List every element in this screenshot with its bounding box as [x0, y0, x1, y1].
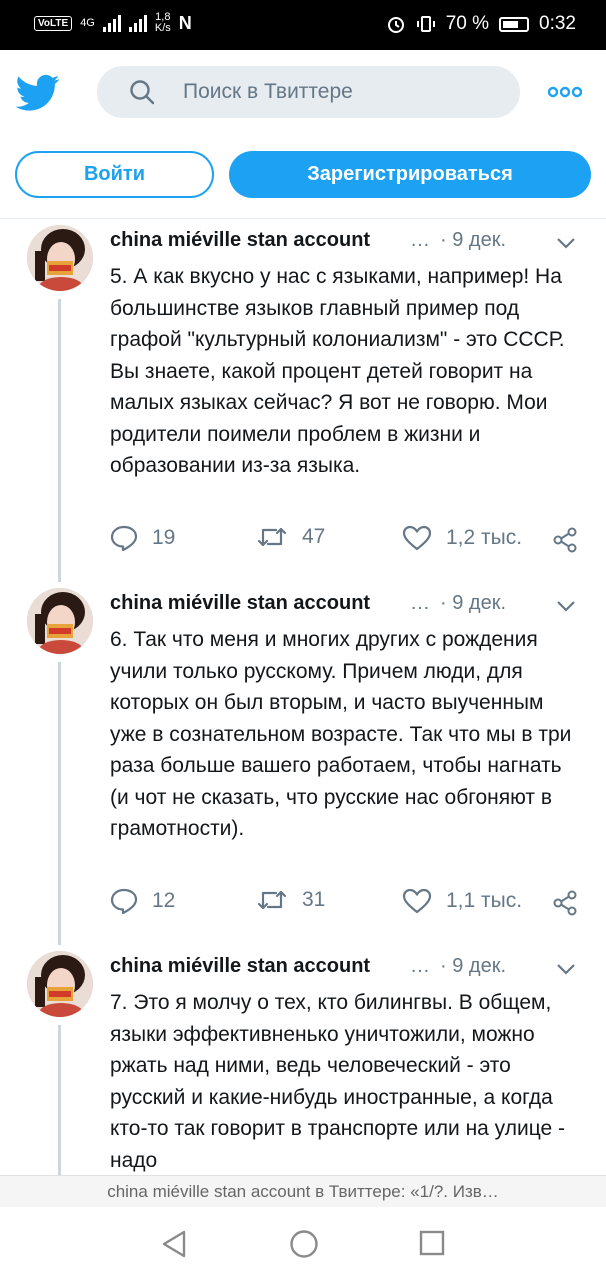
search-placeholder: Поиск в Твиттере — [183, 80, 353, 103]
tweet-author[interactable]: china miéville stan account — [110, 229, 370, 252]
tweet-author[interactable]: china miéville stan account — [110, 955, 370, 978]
page-title: china miéville stan account в Твиттере: … — [0, 1175, 606, 1207]
retweet-count: 47 — [302, 525, 326, 548]
thread-line — [58, 1025, 61, 1175]
heart-icon — [402, 888, 432, 914]
like-count: 1,2 тыс. — [446, 526, 523, 549]
signal-icon — [102, 14, 121, 32]
search-icon — [130, 80, 155, 105]
retweet-icon — [257, 890, 287, 910]
tweet[interactable]: china miéville stan account … · 9 дек. 5… — [0, 219, 606, 582]
share-icon[interactable] — [552, 527, 578, 553]
retweet-count: 31 — [302, 888, 326, 911]
twitter-bird-icon[interactable] — [16, 74, 60, 112]
reply-icon — [110, 525, 138, 551]
avatar-image — [27, 225, 93, 291]
tweet[interactable]: china miéville stan account … · 9 дек. 6… — [0, 582, 606, 945]
like-button[interactable]: 1,2 тыс. — [402, 525, 522, 551]
like-button[interactable]: 1,1 тыс. — [402, 888, 522, 914]
signup-button[interactable]: Зарегистрироваться — [229, 151, 591, 198]
tweet-date[interactable]: · 9 дек. — [440, 592, 506, 615]
nfc-icon: N — [178, 12, 192, 33]
tweet-actions: 19 47 1,2 тыс. — [110, 525, 590, 555]
alarm-icon — [387, 17, 404, 33]
back-icon[interactable] — [160, 1229, 188, 1259]
reply-button[interactable]: 19 — [110, 525, 175, 551]
speed-unit: K/s — [154, 22, 171, 34]
home-icon[interactable] — [289, 1229, 319, 1259]
heart-icon — [402, 525, 432, 551]
tweet-text: 5. А как вкусно у нас с языками, наприме… — [110, 265, 565, 477]
tweet-author-ellipsis: … — [410, 229, 430, 251]
avatar[interactable] — [27, 225, 93, 291]
tweet-date[interactable]: · 9 дек. — [440, 229, 506, 252]
signal-icon-2 — [128, 14, 147, 32]
retweet-button[interactable]: 31 — [256, 888, 325, 912]
volte-badge: VoLTE — [34, 15, 73, 31]
network-speed: 1,8 K/s — [155, 12, 171, 34]
like-count: 1,1 тыс. — [446, 889, 523, 912]
system-nav-bar — [0, 1207, 606, 1280]
recent-apps-icon[interactable] — [419, 1230, 445, 1256]
avatar-image — [27, 588, 93, 654]
header: Поиск в Твиттере Войти Зарегистрироватьс… — [0, 50, 606, 220]
chevron-down-icon[interactable] — [556, 600, 576, 612]
tweet-actions: 12 31 1,1 тыс. — [110, 888, 590, 918]
battery-icon — [499, 16, 530, 32]
network-type: 4G — [80, 17, 95, 29]
reply-count: 12 — [152, 889, 176, 912]
retweet-icon — [257, 527, 287, 547]
tweet[interactable]: china miéville stan account … · 9 дек. 7… — [0, 945, 606, 1175]
status-right: 70 % 0:32 — [386, 13, 576, 35]
reply-button[interactable]: 12 — [110, 888, 175, 914]
tweet-date[interactable]: · 9 дек. — [440, 955, 506, 978]
thread-line — [58, 299, 61, 582]
avatar[interactable] — [27, 951, 93, 1017]
chevron-down-icon[interactable] — [556, 237, 576, 249]
share-icon[interactable] — [552, 890, 578, 916]
search-input[interactable]: Поиск в Твиттере — [97, 66, 520, 118]
tweet-text: 7. Это я молчу о тех, кто билингвы. В об… — [110, 991, 566, 1172]
login-button[interactable]: Войти — [15, 151, 214, 198]
clock: 0:32 — [539, 13, 576, 34]
retweet-button[interactable]: 47 — [256, 525, 325, 549]
tweet-author-ellipsis: … — [410, 955, 430, 977]
reply-icon — [110, 888, 138, 914]
battery-percent: 70 % — [445, 13, 490, 34]
status-left: VoLTE 4G 1,8 K/s N — [34, 12, 192, 34]
vibrate-icon — [416, 16, 435, 32]
tweet-text: 6. Так что меня и многих других с рожден… — [110, 628, 572, 840]
tweet-author-ellipsis: … — [410, 592, 430, 614]
thread-line — [58, 662, 61, 945]
tweet-thread: china miéville stan account … · 9 дек. 5… — [0, 219, 606, 1175]
avatar[interactable] — [27, 588, 93, 654]
reply-count: 19 — [152, 526, 176, 549]
tweet-author[interactable]: china miéville stan account — [110, 592, 370, 615]
status-bar: VoLTE 4G 1,8 K/s N 70 % 0:32 — [0, 0, 606, 50]
avatar-image — [27, 951, 93, 1017]
chevron-down-icon[interactable] — [556, 963, 576, 975]
more-icon[interactable] — [548, 86, 582, 98]
